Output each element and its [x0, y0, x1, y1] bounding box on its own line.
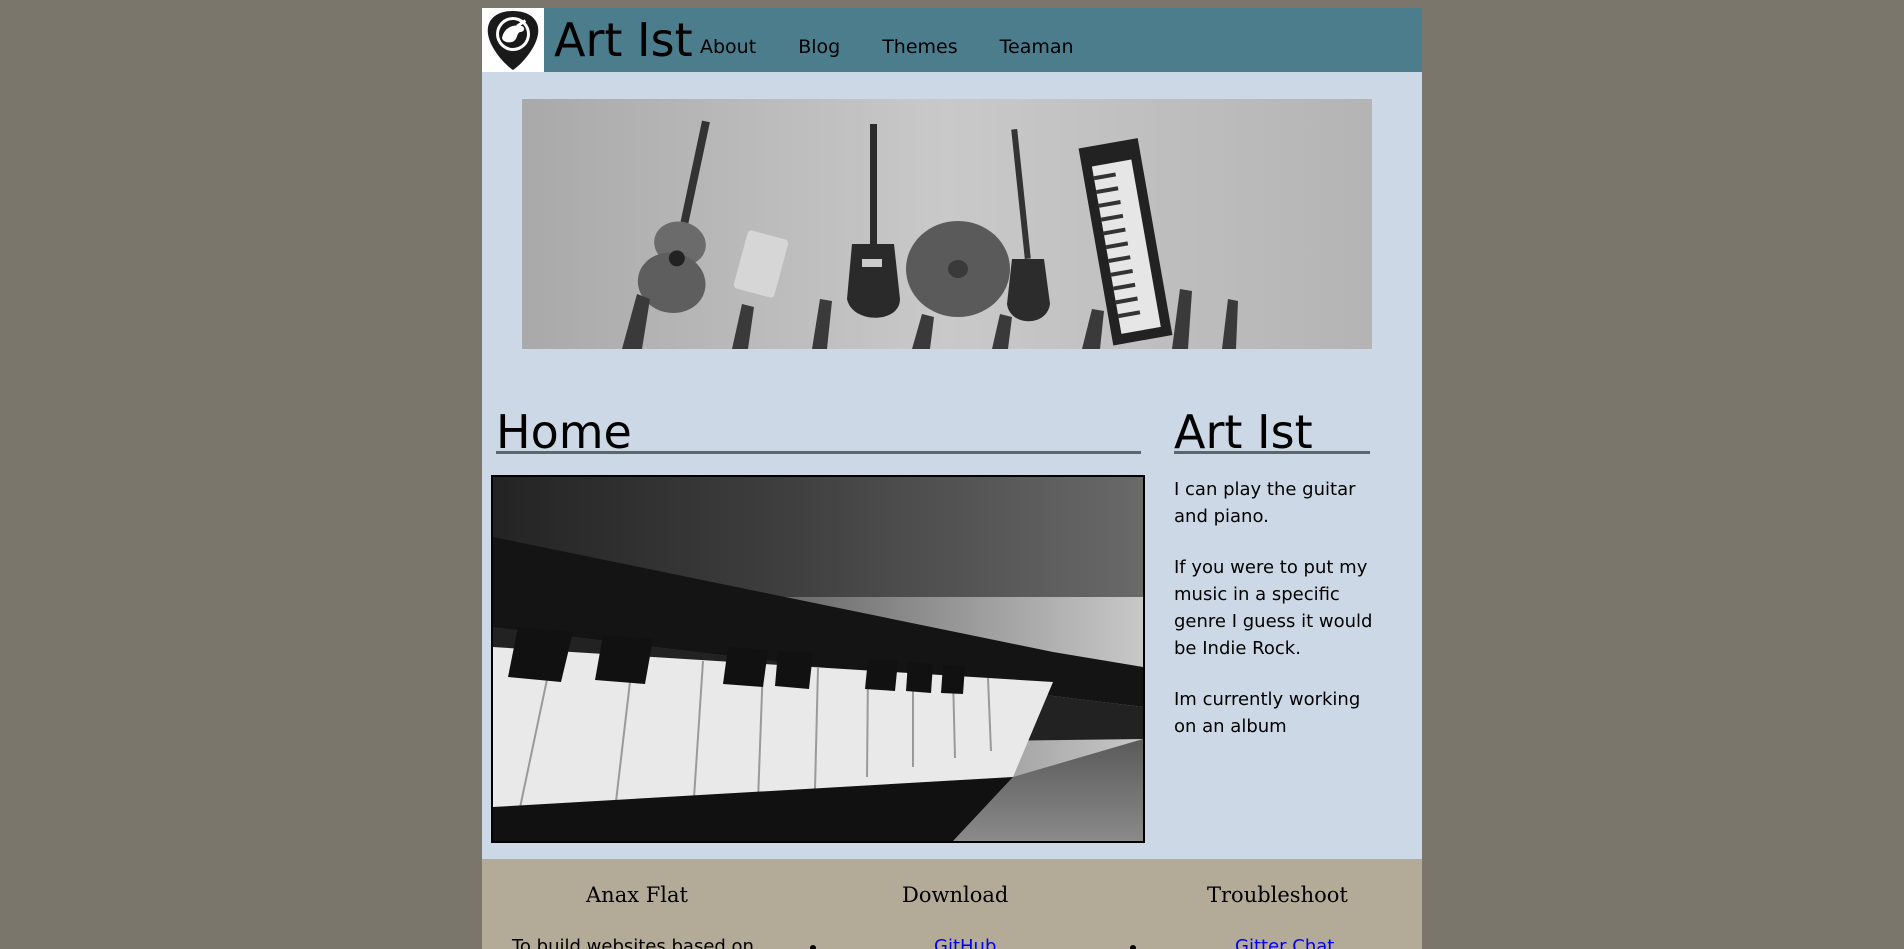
footer-title-anax-flat: Anax Flat — [586, 883, 688, 907]
instruments-illustration — [522, 99, 1372, 349]
nav-item-teaman[interactable]: Teaman — [1000, 36, 1074, 58]
list-bullet — [810, 945, 816, 949]
guitar-pick-logo-icon — [487, 11, 539, 70]
piano-keys-photo — [491, 475, 1145, 843]
page-container: Art Ist About Blog Themes Teaman Home Ar… — [482, 8, 1422, 949]
logo[interactable] — [482, 8, 544, 72]
gitter-chat-link[interactable]: Gitter Chat — [1235, 936, 1334, 949]
nav-item-themes[interactable]: Themes — [882, 36, 957, 58]
sidebar-about: I can play the guitar and piano. If you … — [1174, 476, 1374, 764]
footer-title-download: Download — [902, 883, 1009, 907]
sidebar-paragraph: I can play the guitar and piano. — [1174, 479, 1356, 527]
site-footer: Anax Flat To build websites based on Dow… — [482, 859, 1422, 949]
hero-banner-image — [522, 99, 1372, 349]
site-header: Art Ist About Blog Themes Teaman — [482, 8, 1422, 72]
sidebar-paragraph: If you were to put my music in a specifi… — [1174, 557, 1373, 659]
site-title[interactable]: Art Ist — [554, 12, 693, 68]
main-nav: About Blog Themes Teaman — [700, 36, 1116, 58]
footer-text-anax-flat: To build websites based on — [512, 936, 754, 949]
nav-item-blog[interactable]: Blog — [798, 36, 840, 58]
title-divider — [496, 451, 1141, 454]
github-link[interactable]: GitHub — [934, 936, 996, 949]
list-bullet — [1130, 945, 1136, 949]
sidebar-divider — [1174, 451, 1370, 454]
footer-title-troubleshoot: Troubleshoot — [1207, 883, 1348, 907]
nav-item-about[interactable]: About — [700, 36, 756, 58]
sidebar-paragraph: Im currently working on an album — [1174, 689, 1361, 737]
